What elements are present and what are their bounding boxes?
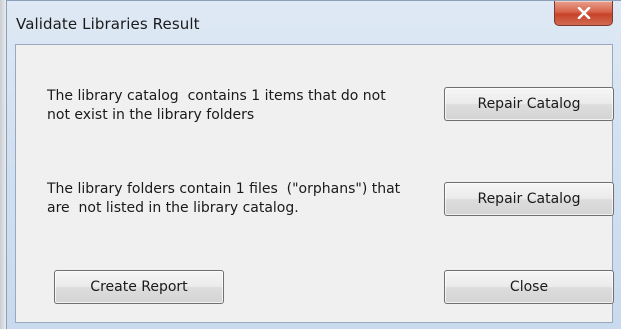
close-button[interactable]: Close — [444, 270, 614, 304]
repair-catalog-button-2[interactable]: Repair Catalog — [444, 182, 614, 216]
dialog-window: Validate Libraries Result The library ca… — [6, 0, 621, 329]
create-report-button[interactable]: Create Report — [54, 270, 224, 304]
catalog-missing-message: The library catalog contains 1 items tha… — [47, 88, 386, 123]
title-bar[interactable]: Validate Libraries Result — [7, 1, 621, 45]
orphan-files-message: The library folders contain 1 files ("or… — [47, 181, 401, 216]
close-icon — [577, 7, 590, 19]
window-title: Validate Libraries Result — [16, 15, 200, 33]
repair-catalog-button-1[interactable]: Repair Catalog — [444, 87, 614, 121]
dialog-body: The library catalog contains 1 items tha… — [15, 44, 614, 323]
window-close-button[interactable] — [554, 1, 613, 26]
